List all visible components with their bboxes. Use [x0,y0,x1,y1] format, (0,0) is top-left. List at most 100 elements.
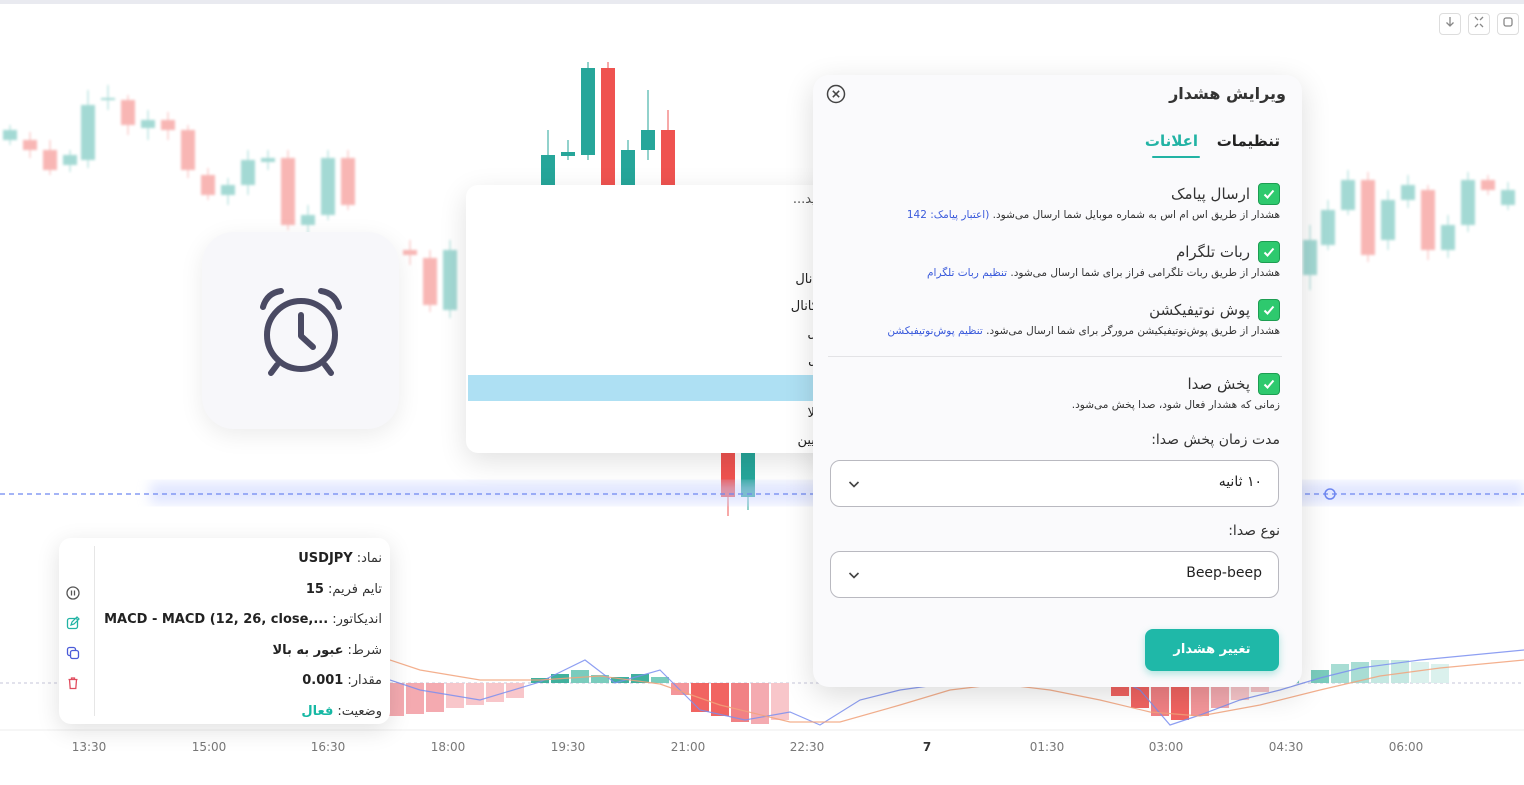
time-label: 13:30 [71,740,107,754]
indicator-label: اندیکاتور: [332,612,382,628]
time-label: 01:30 [1029,740,1065,754]
tab-settings[interactable]: تنظیمات [1217,132,1280,150]
macd-bar [1151,683,1169,716]
telegram-option: ربات تلگرام هشدار از طریق ربات تلگرامی ف… [820,240,1280,279]
alarm-clock-icon [259,287,342,376]
time-label: 21:00 [670,740,706,754]
macd-bar [466,683,484,705]
card-row-status: وضعیت:فعال [99,697,382,728]
fullscreen-button[interactable] [1468,13,1490,35]
check-icon [1263,189,1275,199]
chevron-down-icon [848,481,860,488]
sound-desc: زمانی که هشدار فعال شود، صدا پخش می‌شود. [1071,399,1280,411]
macd-bar [711,683,729,716]
time-label: 16:30 [310,740,346,754]
status-label: وضعیت: [337,703,382,719]
macd-bar [651,677,669,683]
condition-value: عبور به بالا [272,642,344,658]
telegram-setup-link[interactable]: تنظیم ربات تلگرام [927,267,1007,279]
check-icon [1263,379,1275,389]
sms-desc: هشدار از طریق اس ام اس به شماره موبایل ش… [820,209,1280,221]
alarm-tile [202,232,399,429]
sms-checkbox[interactable] [1258,183,1280,205]
push-desc-text: هشدار از طریق پوش‌نوتیفیکیشن مرورگر برای… [986,325,1280,337]
macd-bar [426,683,444,712]
card-row-condition: شرط:عبور به بالا [99,636,382,667]
screen: 13:30 15:00 16:30 18:00 19:30 21:00 22:30 7 01:3… [0,0,1524,785]
sound-option: پخش صدا زمانی که هشدار فعال شود، صدا پخش… [820,372,1280,411]
push-checkbox[interactable] [1258,299,1280,321]
duration-value: ۱۰ ثانیه [1218,474,1262,490]
amount-label: مقدار: [347,673,382,689]
time-label: 04:30 [1268,740,1304,754]
duration-select[interactable]: ۱۰ ثانیه [830,460,1279,507]
alert-info-card: نماد:USDJPY تایم فریم:15 اندیکاتور:MACD … [59,538,390,724]
card-rows: نماد:USDJPY تایم فریم:15 اندیکاتور:MACD … [99,544,382,728]
symbol-value: USDJPY [298,551,353,566]
panel-title: ویرایش هشدار [1169,84,1286,103]
window-button[interactable] [1497,13,1519,35]
condition-label: شرط: [347,642,382,658]
pause-icon[interactable] [66,586,80,600]
dropdown-option-cross[interactable]: عبور [468,374,872,402]
sound-type-select[interactable]: Beep-beep [830,551,1279,598]
active-tab-indicator [1152,156,1200,158]
push-desc: هشدار از طریق پوش‌نوتیفیکیشن مرورگر برای… [820,325,1280,337]
square-icon [1503,17,1513,27]
status-value: فعال [301,703,334,719]
time-label: 06:00 [1388,740,1424,754]
time-label: 18:00 [430,740,466,754]
time-label: 7 [922,740,932,754]
symbol-label: نماد: [356,551,382,566]
card-row-amount: مقدار:0.001 [99,666,382,697]
sound-type-label: نوع صدا: [1228,523,1280,539]
check-icon [1263,305,1275,315]
card-row-indicator: اندیکاتور:MACD - MACD (12, 26, close,... [99,605,382,636]
copy-icon[interactable] [66,646,80,660]
macd-bar [506,683,524,698]
edit-icon[interactable] [66,616,80,630]
macd-bar [1351,662,1369,683]
push-setup-link[interactable]: تنظیم پوش‌نوتیفیکشن [887,325,982,337]
sms-option: ارسال پیامک هشدار از طریق اس ام اس به شم… [820,182,1280,221]
time-label: 03:00 [1148,740,1184,754]
check-icon [1263,247,1275,257]
collapse-button[interactable] [1439,13,1461,35]
duration-label: مدت زمان پخش صدا: [1151,432,1280,448]
macd-bar [486,683,504,702]
telegram-checkbox[interactable] [1258,241,1280,263]
telegram-title: ربات تلگرام [1175,243,1250,261]
edit-alert-panel: ویرایش هشدار تنظیمات اعلانات ارسال پیامک… [813,75,1302,687]
sms-title: ارسال پیامک [1171,185,1250,203]
macd-bar [406,683,424,714]
close-icon[interactable] [826,84,846,104]
card-actions [59,546,95,716]
push-option: پوش نوتیفیکشن هشدار از طریق پوش‌نوتیفیکی… [820,298,1280,337]
update-alert-button[interactable]: تغییر هشدار [1145,629,1279,671]
chevron-down-icon [848,572,860,579]
time-label: 22:30 [789,740,825,754]
minimize-icon [1474,16,1484,28]
trash-icon[interactable] [66,676,80,690]
timeframe-value: 15 [305,581,324,597]
amount-value: 0.001 [302,673,344,689]
sms-credit-link[interactable]: (اعتبار پیامک: 142 [907,209,989,221]
sound-type-value: Beep-beep [1186,565,1262,581]
card-row-symbol: نماد:USDJPY [99,544,382,575]
telegram-desc: هشدار از طریق ربات تلگرامی فراز برای شما… [820,267,1280,279]
macd-bar [731,683,749,722]
macd-bar [1371,660,1389,683]
arrow-down-icon [1446,17,1454,27]
tab-notifications[interactable]: اعلانات [1145,132,1198,150]
time-label: 15:00 [191,740,227,754]
sound-title: پخش صدا [1187,375,1250,393]
time-label: 19:30 [550,740,586,754]
card-row-timeframe: تایم فریم:15 [99,575,382,606]
push-title: پوش نوتیفیکشن [1149,301,1250,319]
divider [828,356,1282,357]
indicator-value: MACD - MACD (12, 26, close,... [104,612,329,628]
sms-desc-text: هشدار از طریق اس ام اس به شماره موبایل ش… [992,209,1280,221]
timeframe-label: تایم فریم: [327,581,382,597]
telegram-desc-text: هشدار از طریق ربات تلگرامی فراز برای شما… [1010,267,1280,279]
sound-checkbox[interactable] [1258,373,1280,395]
